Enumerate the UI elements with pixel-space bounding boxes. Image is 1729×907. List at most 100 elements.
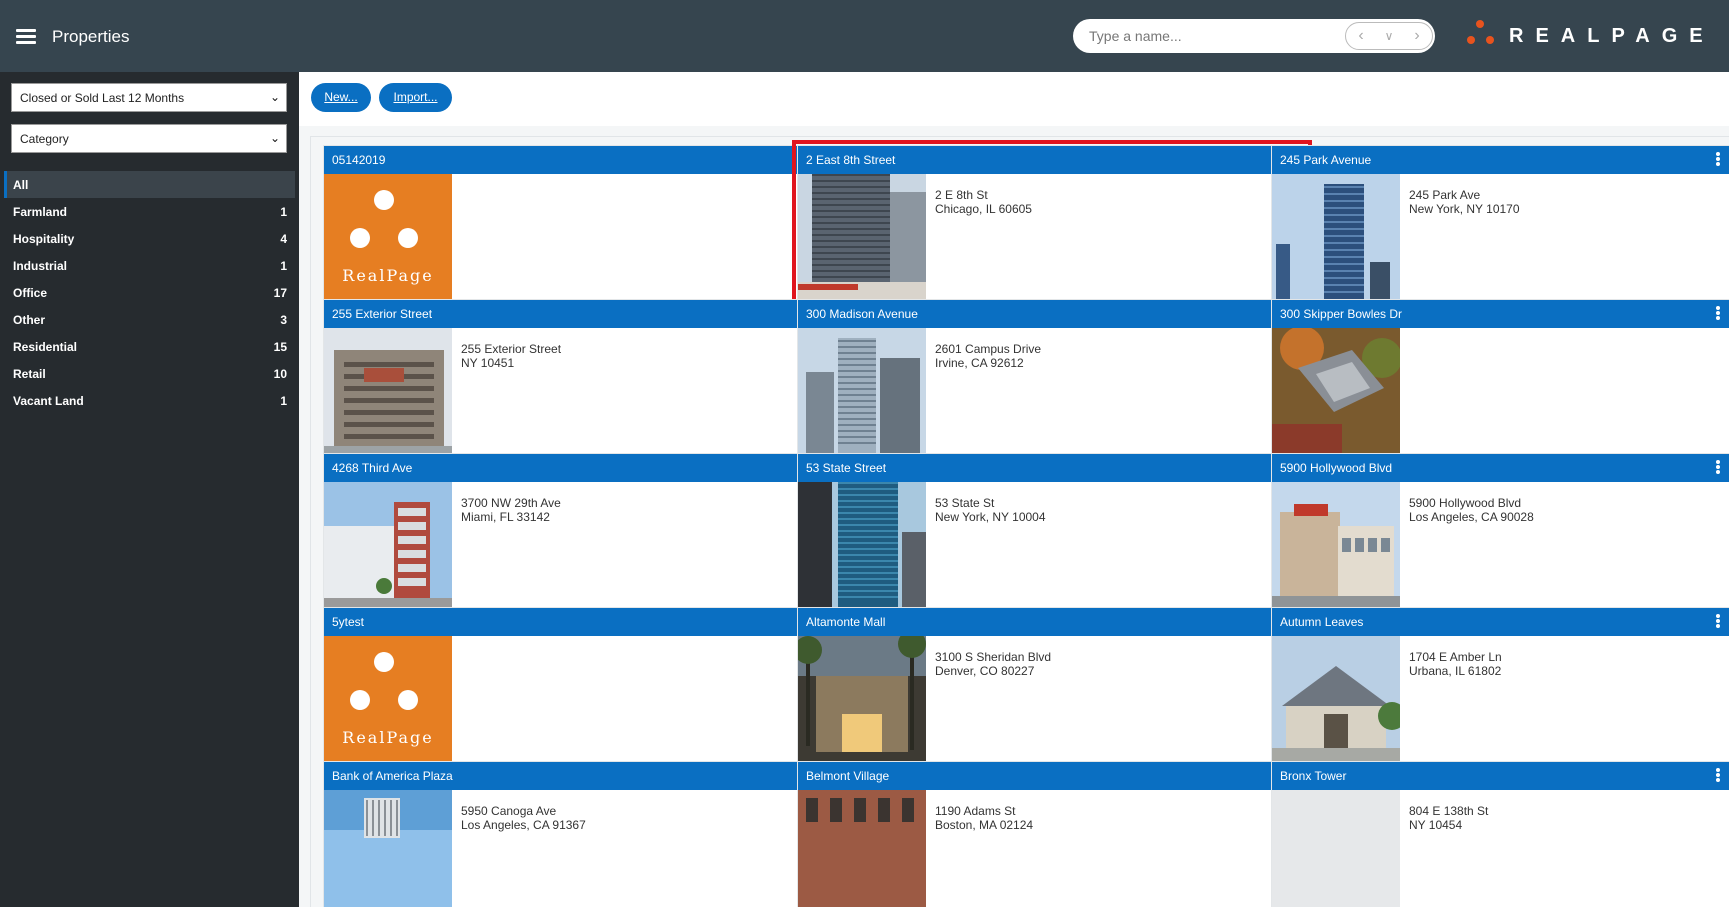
property-card[interactable]: 53 State Street 53 State St New York, NY 1… <box>797 453 1307 611</box>
property-card[interactable]: Bank of America Plaza 5950 Canoga Ave Los … <box>323 761 833 907</box>
property-card[interactable]: 2 East 8th Street 2 E 8th St Chicago, IL 6… <box>792 140 1312 308</box>
property-card[interactable]: Bronx Tower 804 E 138th St NY 10454 <box>1271 761 1729 907</box>
property-thumbnail[interactable] <box>798 636 926 764</box>
category-item-industrial[interactable]: Industrial 1 <box>4 252 295 279</box>
property-name[interactable]: 255 Exterior Street <box>332 307 432 321</box>
category-item-residential[interactable]: Residential 15 <box>4 333 295 360</box>
property-thumbnail[interactable] <box>798 482 926 610</box>
brand-dot <box>398 228 418 248</box>
property-name[interactable]: Bank of America Plaza <box>332 769 453 783</box>
more-options-icon[interactable] <box>1715 306 1721 322</box>
property-card-header: 5900 Hollywood Blvd <box>1272 454 1729 482</box>
property-name[interactable]: 05142019 <box>332 153 385 167</box>
category-count: 3 <box>280 313 287 327</box>
realpage-thumb-wordmark: RealPage <box>342 728 434 747</box>
address-line-1: 2 E 8th St <box>935 188 988 202</box>
property-thumbnail[interactable] <box>1272 482 1400 610</box>
address-line-1: 1190 Adams St <box>935 804 1016 818</box>
property-thumbnail[interactable] <box>324 328 452 456</box>
property-card-header: 05142019 <box>324 146 832 174</box>
category-label: Residential <box>13 340 78 354</box>
top-bar: Properties ‹ ∨ › REALPAGE <box>0 0 1729 72</box>
property-address: 3700 NW 29th Ave Miami, FL 33142 <box>461 496 561 524</box>
category-label: Retail <box>13 367 46 381</box>
property-name[interactable]: 5900 Hollywood Blvd <box>1280 461 1392 475</box>
property-thumbnail[interactable] <box>798 790 926 907</box>
property-card[interactable]: 300 Madison Avenue 2601 Campus Drive Irvin… <box>797 299 1307 457</box>
property-thumbnail[interactable] <box>1272 790 1400 907</box>
property-card[interactable]: 300 Skipper Bowles Dr <box>1271 299 1729 457</box>
more-options-icon[interactable] <box>1715 152 1721 168</box>
import-button[interactable]: Import... <box>379 83 452 112</box>
property-name[interactable]: 300 Skipper Bowles Dr <box>1280 307 1402 321</box>
category-count: 1 <box>280 259 287 273</box>
property-address: 5900 Hollywood Blvd Los Angeles, CA 90028 <box>1409 496 1534 524</box>
property-thumbnail[interactable]: RealPage <box>324 636 452 764</box>
more-options-icon[interactable] <box>1715 768 1721 784</box>
property-name[interactable]: 2 East 8th Street <box>806 153 895 167</box>
address-line-1: 5950 Canoga Ave <box>461 804 557 818</box>
property-name[interactable]: Autumn Leaves <box>1280 615 1363 629</box>
property-name[interactable]: Altamonte Mall <box>806 615 885 629</box>
search-box: ‹ ∨ › <box>1073 19 1435 53</box>
property-card-header: 245 Park Avenue <box>1272 146 1729 174</box>
property-card[interactable]: 245 Park Avenue 245 Park Ave New York, NY … <box>1271 145 1729 303</box>
category-item-vacant-land[interactable]: Vacant Land 1 <box>4 387 295 414</box>
property-card[interactable]: 5900 Hollywood Blvd 5900 Hollywood Blvd Lo… <box>1271 453 1729 611</box>
property-thumbnail[interactable] <box>1272 174 1400 302</box>
property-thumbnail[interactable] <box>1272 636 1400 764</box>
property-address: 53 State St New York, NY 10004 <box>935 496 1046 524</box>
property-thumbnail[interactable] <box>324 790 452 907</box>
property-card[interactable]: 255 Exterior Street 255 Exterior Street NY… <box>323 299 833 457</box>
property-name[interactable]: Belmont Village <box>806 769 889 783</box>
more-options-icon[interactable] <box>1715 614 1721 630</box>
brand-dot <box>1486 36 1494 44</box>
date-filter-select[interactable]: Closed or Sold Last 12 Months ⌄ <box>11 83 287 112</box>
property-thumbnail[interactable] <box>324 482 452 610</box>
property-name[interactable]: 4268 Third Ave <box>332 461 412 475</box>
category-item-hospitality[interactable]: Hospitality 4 <box>4 225 295 252</box>
search-nav: ‹ ∨ › <box>1345 22 1433 50</box>
property-card[interactable]: 5ytest RealPage <box>323 607 833 765</box>
category-item-farmland[interactable]: Farmland 1 <box>4 198 295 225</box>
chevron-right-icon[interactable]: › <box>1404 23 1430 49</box>
property-card[interactable]: Altamonte Mall 3100 S Sheridan Blvd Denver… <box>797 607 1307 765</box>
property-name[interactable]: 53 State Street <box>806 461 886 475</box>
more-options-icon[interactable] <box>1715 460 1721 476</box>
category-item-retail[interactable]: Retail 10 <box>4 360 295 387</box>
property-card[interactable]: 05142019 RealPage <box>323 145 833 303</box>
property-card-header: Autumn Leaves <box>1272 608 1729 636</box>
property-card[interactable]: Belmont Village 1190 Adams St Boston, MA 0… <box>797 761 1307 907</box>
category-item-office[interactable]: Office 17 <box>4 279 295 306</box>
category-item-all[interactable]: All <box>4 171 295 198</box>
property-card-header: 255 Exterior Street <box>324 300 832 328</box>
address-line-2: NY 10451 <box>461 356 515 370</box>
property-name[interactable]: 300 Madison Avenue <box>806 307 918 321</box>
category-count: 15 <box>273 340 287 354</box>
property-address: 804 E 138th St NY 10454 <box>1409 804 1488 832</box>
brand-logo: REALPAGE <box>1453 16 1723 56</box>
property-thumbnail[interactable] <box>798 174 926 302</box>
category-item-other[interactable]: Other 3 <box>4 306 295 333</box>
property-name[interactable]: 5ytest <box>332 615 364 629</box>
property-name[interactable]: 245 Park Avenue <box>1280 153 1371 167</box>
new-button[interactable]: New... <box>311 83 371 112</box>
property-thumbnail[interactable] <box>1272 328 1400 456</box>
chevron-left-icon[interactable]: ‹ <box>1348 23 1374 49</box>
property-card[interactable]: 4268 Third Ave 3700 NW 29th Ave Miami, FL … <box>323 453 833 611</box>
property-card[interactable]: Autumn Leaves 1704 E Amber Ln Urbana, IL 6… <box>1271 607 1729 765</box>
chevron-down-icon[interactable]: ∨ <box>1376 23 1402 49</box>
property-address: 1190 Adams St Boston, MA 02124 <box>935 804 1033 832</box>
property-thumbnail[interactable]: RealPage <box>324 174 452 302</box>
chevron-down-icon: ⌄ <box>269 131 280 145</box>
menu-icon[interactable] <box>16 29 36 45</box>
toolbar: New... Import... <box>299 72 1729 126</box>
category-select[interactable]: Category ⌄ <box>11 124 287 153</box>
brand-dot <box>374 652 394 672</box>
property-thumbnail[interactable] <box>798 328 926 456</box>
address-line-2: Chicago, IL 60605 <box>935 202 1032 216</box>
category-label: Hospitality <box>13 232 75 246</box>
brand-dot <box>398 690 418 710</box>
property-name[interactable]: Bronx Tower <box>1280 769 1346 783</box>
category-label: All <box>13 178 29 192</box>
